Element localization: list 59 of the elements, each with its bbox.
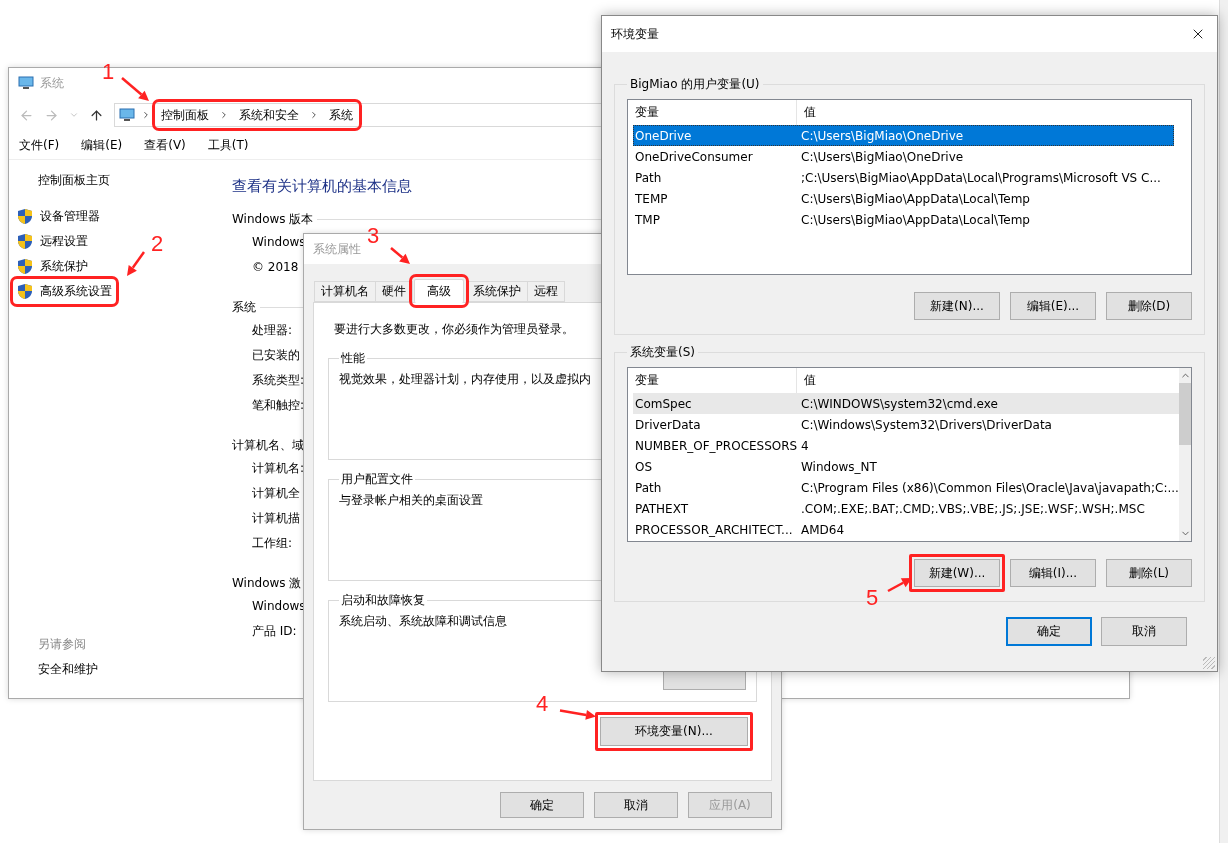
variable-name: Path — [634, 170, 663, 185]
variable-name: TEMP — [634, 191, 669, 206]
group-title: 用户配置文件 — [340, 471, 414, 488]
variable-value: AMD64 — [800, 522, 846, 537]
step-number: 1 — [102, 61, 115, 83]
window-title: 环境变量 — [611, 25, 659, 43]
section-label: 另请参阅 — [38, 636, 87, 653]
group-title: BigMiao 的用户变量(U) — [629, 76, 761, 93]
variable-value: C:\Windows\System32\Drivers\DriverData — [800, 417, 1053, 432]
variable-value: 4 — [800, 438, 810, 453]
info-label: 已安装的 — [252, 347, 300, 364]
info-label: 系统类型: — [252, 372, 305, 389]
group-title: 性能 — [340, 350, 366, 367]
window-title: 系统属性 — [313, 240, 361, 258]
variable-value: .COM;.EXE;.BAT;.CMD;.VBS;.VBE;.JS;.JSE;.WSF;.WSH;.MSC — [800, 501, 1146, 516]
variable-value: C:\Users\BigMiao\OneDrive — [800, 128, 965, 143]
group-title: 启动和故障恢复 — [340, 592, 426, 609]
variable-value: C:\Users\BigMiao\AppData\Local\Temp — [800, 191, 1031, 206]
group-description: 系统启动、系统故障和调试信息 — [339, 613, 507, 630]
variable-value: Windows_NT — [800, 459, 878, 474]
section-title: Windows 版本 — [232, 210, 314, 228]
variable-name: PROCESSOR_ARCHITECT... — [634, 522, 794, 537]
info-label: 计算机名: — [252, 460, 305, 477]
variable-name: TMP — [634, 212, 661, 227]
variable-name: OS — [634, 459, 654, 474]
step-number: 5 — [866, 587, 879, 609]
info-label: 产品 ID: — [252, 623, 297, 640]
variable-name: Path — [634, 480, 663, 495]
info-label: 处理器: — [252, 322, 293, 339]
step-number: 2 — [151, 233, 164, 255]
variable-value: C:\Users\BigMiao\OneDrive — [800, 149, 965, 164]
section-title: Windows 激 — [232, 574, 302, 592]
window-title: 系统 — [40, 74, 64, 92]
variable-name: OneDriveConsumer — [634, 149, 754, 164]
variable-name: PATHEXT — [634, 501, 690, 516]
section-title: 系统 — [232, 298, 256, 316]
step-number: 3 — [367, 225, 380, 247]
info-label: Windows — [252, 234, 306, 251]
variable-name: NUMBER_OF_PROCESSORS — [634, 438, 799, 453]
group-description: 视觉效果，处理器计划，内存使用，以及虚拟内 — [339, 371, 591, 388]
info-label: 计算机描 — [252, 510, 300, 527]
variable-name: OneDrive — [634, 128, 693, 143]
info-label: 计算机全 — [252, 485, 300, 502]
variable-value: C:\Program Files (x86)\Common Files\Oracle\Java\javapath;C:... — [800, 480, 1179, 495]
variable-value: C:\WINDOWS\system32\cmd.exe — [800, 396, 999, 411]
variable-value: ;C:\Users\BigMiao\AppData\Local\Programs\Microsoft VS C... — [800, 170, 1162, 185]
info-label: © 2018 — [252, 259, 299, 276]
info-label: 笔和触控: — [252, 397, 305, 414]
info-label: Windows — [252, 598, 306, 615]
step-number: 4 — [536, 693, 549, 715]
variable-value: C:\Users\BigMiao\AppData\Local\Temp — [800, 212, 1031, 227]
group-description: 与登录帐户相关的桌面设置 — [339, 492, 483, 509]
info-label: 工作组: — [252, 535, 293, 552]
group-title: 系统变量(S) — [629, 344, 696, 361]
notice-text: 要进行大多数更改，你必须作为管理员登录。 — [334, 321, 575, 338]
page-heading: 查看有关计算机的基本信息 — [232, 177, 412, 196]
section-title: 计算机名、域 — [232, 436, 304, 454]
variable-name: DriverData — [634, 417, 702, 432]
variable-name: ComSpec — [634, 396, 693, 411]
